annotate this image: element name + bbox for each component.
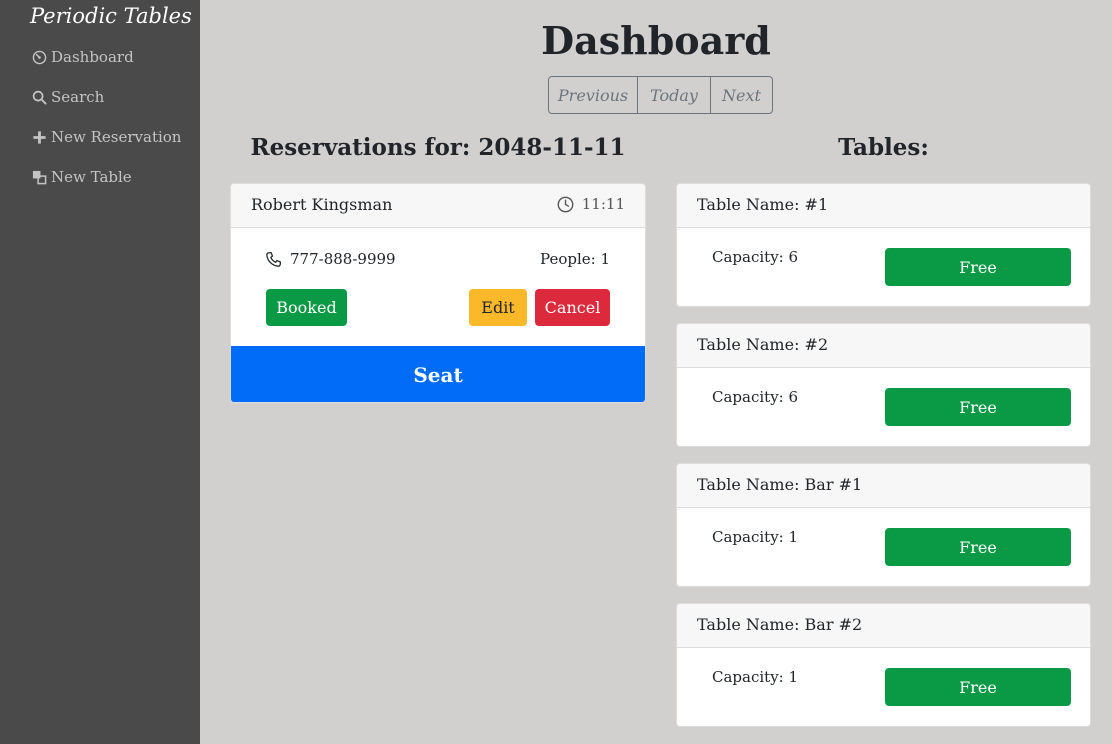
table-card-header: Table Name: Bar #2 [677, 604, 1090, 648]
dashboard-icon [30, 48, 48, 66]
table-icon [30, 168, 48, 186]
sidebar-item-new-reservation[interactable]: New Reservation [30, 125, 181, 149]
reservation-time: 11:11 [557, 195, 625, 213]
table-card: Table Name: #1 Capacity: 6 Free [676, 183, 1091, 307]
table-name: Table Name: #1 [697, 195, 829, 214]
today-button[interactable]: Today [638, 77, 711, 113]
sidebar-item-label: Search [51, 88, 105, 106]
tables-heading: Tables: [838, 134, 929, 161]
table-name: Table Name: Bar #1 [697, 475, 863, 494]
clock-icon [557, 196, 574, 213]
status-badge: Booked [266, 289, 347, 326]
table-name: Table Name: Bar #2 [697, 615, 863, 634]
sidebar-item-dashboard[interactable]: Dashboard [30, 45, 134, 69]
table-name: Table Name: #2 [697, 335, 829, 354]
sidebar-item-search[interactable]: Search [30, 85, 104, 109]
table-status-button[interactable]: Free [885, 528, 1071, 566]
reservation-card-header: Robert Kingsman 11:11 [231, 184, 645, 228]
sidebar-item-label: New Reservation [51, 128, 182, 146]
table-card: Table Name: Bar #2 Capacity: 1 Free [676, 603, 1091, 727]
phone-icon [265, 251, 282, 268]
table-capacity: Capacity: 1 [712, 668, 799, 686]
table-card: Table Name: Bar #1 Capacity: 1 Free [676, 463, 1091, 587]
sidebar-item-label: Dashboard [51, 48, 134, 66]
table-card-header: Table Name: #2 [677, 324, 1090, 368]
table-capacity: Capacity: 6 [712, 388, 799, 406]
reservation-time-label: 11:11 [581, 195, 625, 213]
edit-button[interactable]: Edit [469, 289, 527, 326]
table-capacity: Capacity: 1 [712, 528, 799, 546]
sidebar-item-new-table[interactable]: New Table [30, 165, 132, 189]
reservation-card: Robert Kingsman 11:11 777-888-9999 Peopl… [230, 183, 646, 403]
next-button[interactable]: Next [711, 77, 772, 113]
cancel-button[interactable]: Cancel [535, 289, 610, 326]
previous-button[interactable]: Previous [549, 77, 638, 113]
table-status-button[interactable]: Free [885, 248, 1071, 286]
table-status-button[interactable]: Free [885, 388, 1071, 426]
plus-icon [30, 128, 48, 146]
reservation-name: Robert Kingsman [251, 195, 393, 214]
table-capacity: Capacity: 6 [712, 248, 799, 266]
date-navigation: Previous Today Next [548, 76, 773, 114]
brand-title[interactable]: Periodic Tables [30, 4, 192, 28]
table-card: Table Name: #2 Capacity: 6 Free [676, 323, 1091, 447]
table-status-button[interactable]: Free [885, 668, 1071, 706]
reservations-heading: Reservations for: 2048-11-11 [250, 134, 626, 161]
reservation-phone: 777-888-9999 [265, 250, 396, 268]
page-title: Dashboard [541, 18, 771, 63]
search-icon [30, 88, 48, 106]
seat-button[interactable]: Seat [231, 346, 645, 402]
sidebar: Periodic Tables Dashboard Search New Res… [0, 0, 200, 744]
sidebar-item-label: New Table [51, 168, 132, 186]
reservation-phone-label: 777-888-9999 [290, 250, 396, 268]
table-card-header: Table Name: #1 [677, 184, 1090, 228]
reservation-people: People: 1 [540, 250, 610, 268]
table-card-header: Table Name: Bar #1 [677, 464, 1090, 508]
